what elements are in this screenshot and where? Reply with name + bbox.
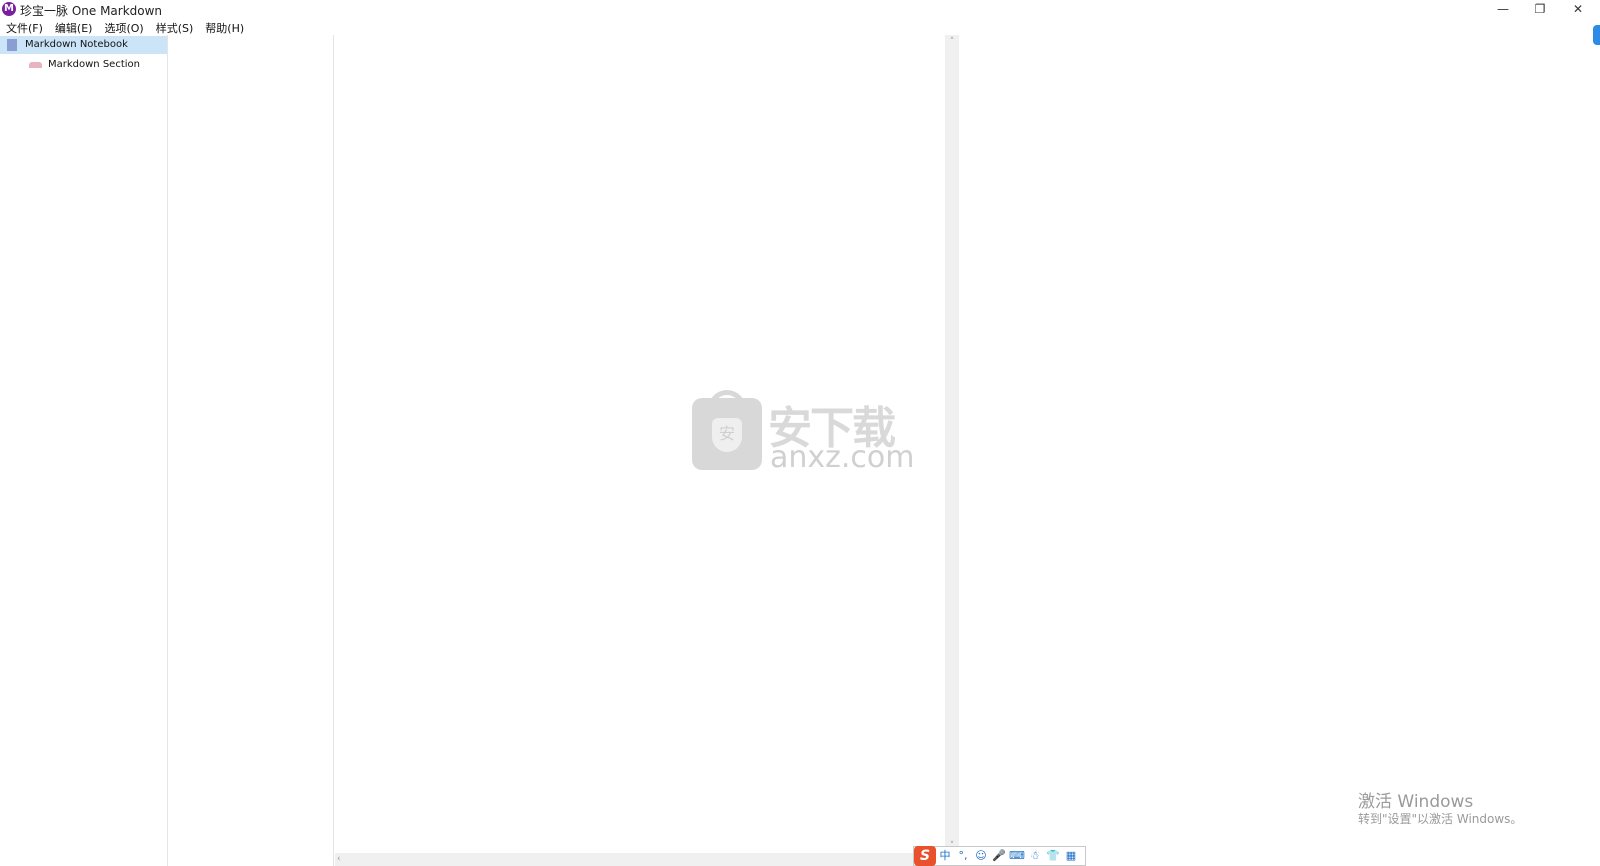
menu-help[interactable]: 帮助(H) <box>199 18 250 35</box>
tree-item-section-label: Markdown Section <box>48 59 140 70</box>
ime-keyboard-icon[interactable]: ⌨ <box>1008 847 1026 865</box>
app-window: M 珍宝一脉 One Markdown — ❐ ✕ 文件(F) 编辑(E) 选项… <box>0 0 1600 866</box>
notebook-tree: Markdown Notebook Markdown Section <box>0 35 168 866</box>
watermark-en-text: anxz.com <box>770 440 915 475</box>
scroll-up-arrow-icon[interactable]: ˄ <box>945 35 959 49</box>
tree-item-notebook-label: Markdown Notebook <box>25 39 128 50</box>
ime-logo-icon[interactable]: S <box>914 846 936 866</box>
menu-style[interactable]: 样式(S) <box>150 18 200 35</box>
app-logo-icon: M <box>2 2 16 16</box>
window-title: 珍宝一脉 One Markdown <box>20 4 163 18</box>
minimize-button[interactable]: — <box>1485 0 1521 18</box>
page-list-panel[interactable] <box>168 35 334 866</box>
ime-shirt-icon[interactable]: 👕 <box>1044 847 1062 865</box>
editor-vertical-scrollbar[interactable]: ˄ ˅ <box>945 35 959 853</box>
notebook-icon <box>7 39 17 51</box>
menu-bar: 文件(F) 编辑(E) 选项(O) 样式(S) 帮助(H) <box>0 18 1600 35</box>
ime-toolbar: S 中 °, ☺ 🎤 ⌨ ☃ 👕 ▦ <box>913 846 1086 866</box>
section-tab-icon <box>29 62 42 68</box>
editor-horizontal-scrollbar[interactable]: ‹ <box>335 853 959 866</box>
menu-file[interactable]: 文件(F) <box>0 18 49 35</box>
ime-emoji-icon[interactable]: ☺ <box>972 847 990 865</box>
tree-item-notebook[interactable]: Markdown Notebook <box>0 36 167 54</box>
menu-options[interactable]: 选项(O) <box>98 18 149 35</box>
ime-skin-icon[interactable]: ☃ <box>1026 847 1044 865</box>
ime-chinese-mode-icon[interactable]: 中 <box>936 847 954 865</box>
side-edge-tab[interactable] <box>1593 25 1600 45</box>
activate-windows-title: 激活 Windows <box>1358 792 1474 812</box>
ime-microphone-icon[interactable]: 🎤 <box>990 847 1008 865</box>
restore-button[interactable]: ❐ <box>1522 0 1558 18</box>
site-watermark: 安 安下载 anxz.com <box>692 390 915 475</box>
title-bar[interactable]: M 珍宝一脉 One Markdown — ❐ ✕ <box>0 0 1600 18</box>
menu-edit[interactable]: 编辑(E) <box>49 18 99 35</box>
ime-punctuation-icon[interactable]: °, <box>954 847 972 865</box>
watermark-shield-icon: 安 <box>712 418 742 452</box>
markdown-preview[interactable] <box>960 35 1600 866</box>
tree-item-section[interactable]: Markdown Section <box>0 56 167 74</box>
close-button[interactable]: ✕ <box>1560 0 1596 18</box>
activate-windows-subtitle: 转到"设置"以激活 Windows。 <box>1358 812 1523 826</box>
scroll-left-arrow-icon[interactable]: ‹ <box>337 853 341 866</box>
ime-toolbox-icon[interactable]: ▦ <box>1062 847 1080 865</box>
